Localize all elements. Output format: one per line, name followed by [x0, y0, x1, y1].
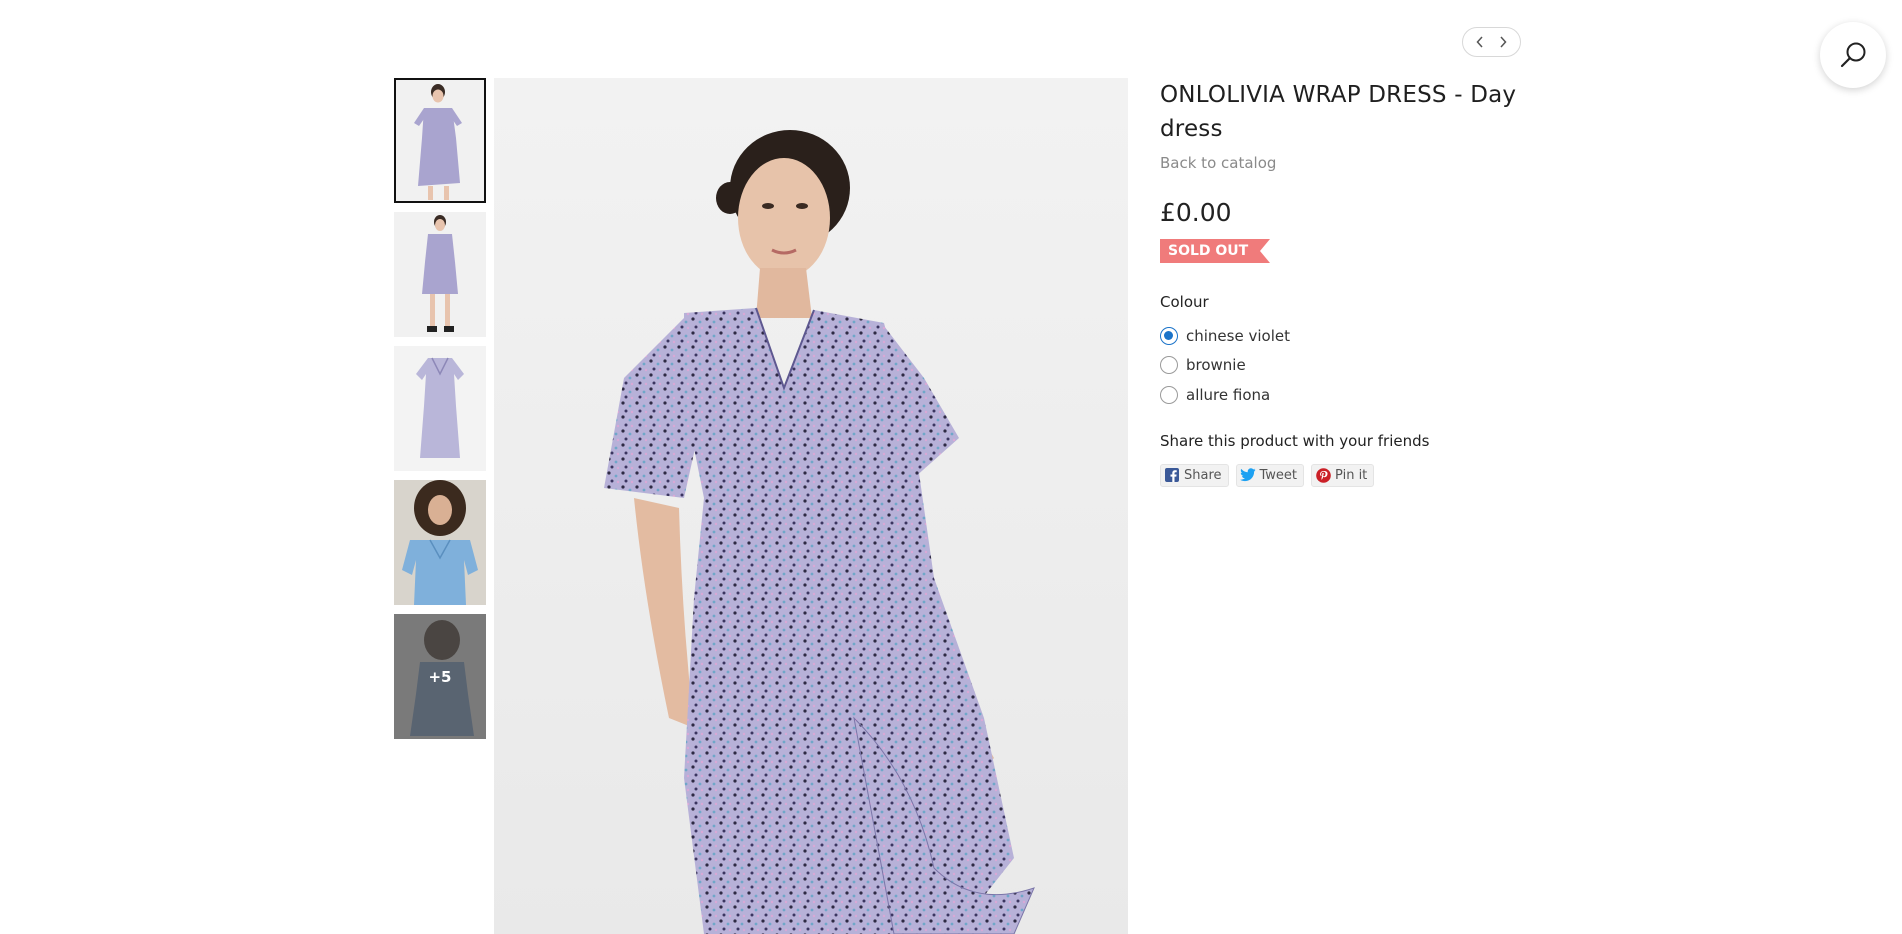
pinterest-share-button[interactable]: Pin it	[1311, 463, 1375, 487]
next-product-button[interactable]	[1494, 33, 1512, 51]
twitter-icon	[1239, 467, 1256, 483]
radio-unchecked[interactable]	[1160, 385, 1178, 404]
chevron-right-icon	[1500, 36, 1507, 48]
colour-option-brownie[interactable]: brownie	[1160, 351, 1520, 381]
share-label: Share this product with your friends	[1160, 431, 1430, 450]
facebook-icon	[1164, 467, 1180, 483]
search-button[interactable]	[1820, 22, 1886, 88]
thumbnail-more[interactable]: +5	[394, 614, 486, 739]
search-icon	[1840, 42, 1866, 68]
product-info-panel: ONLOLIVIA WRAP DRESS - Day dress Back to…	[1160, 78, 1520, 487]
radio-unchecked[interactable]	[1160, 356, 1178, 375]
sold-out-badge: SOLD OUT	[1160, 239, 1271, 263]
thumbnail-3[interactable]	[394, 346, 486, 471]
colour-option-label: chinese violet	[1186, 326, 1290, 345]
product-price: £0.00	[1160, 198, 1232, 227]
share-button-label: Tweet	[1259, 467, 1298, 483]
radio-checked[interactable]	[1160, 326, 1178, 345]
share-buttons: Share Tweet Pin it	[1160, 463, 1520, 487]
prev-product-button[interactable]	[1471, 33, 1489, 51]
colour-options: chinese violet brownie allure fiona	[1160, 321, 1520, 410]
share-button-label: Share	[1184, 467, 1222, 483]
more-images-count: +5	[394, 614, 486, 739]
model-wearing-dress-image	[494, 78, 1128, 934]
back-to-catalog-link[interactable]: Back to catalog	[1160, 154, 1276, 172]
colour-option-label: allure fiona	[1186, 385, 1271, 404]
twitter-share-button[interactable]: Tweet	[1235, 463, 1305, 487]
thumbnail-2[interactable]	[394, 212, 486, 337]
colour-option-chinese-violet[interactable]: chinese violet	[1160, 321, 1520, 351]
facebook-share-button[interactable]: Share	[1160, 463, 1229, 487]
thumbnail-1[interactable]	[394, 78, 486, 203]
thumbnail-4[interactable]	[394, 480, 486, 605]
colour-option-allure-fiona[interactable]: allure fiona	[1160, 380, 1520, 410]
share-button-label: Pin it	[1335, 467, 1368, 483]
product-title: ONLOLIVIA WRAP DRESS - Day dress	[1160, 82, 1517, 142]
pinterest-icon	[1315, 467, 1331, 483]
product-pager	[1462, 27, 1521, 57]
colour-label: Colour	[1160, 293, 1209, 311]
dress-thumbnail-image	[394, 346, 486, 471]
dress-thumbnail-image	[394, 78, 486, 203]
chevron-left-icon	[1476, 36, 1483, 48]
main-product-image[interactable]	[494, 78, 1128, 934]
dress-thumbnail-image	[394, 212, 486, 337]
dress-thumbnail-image	[394, 480, 486, 605]
thumbnail-strip: +5	[394, 78, 486, 748]
colour-option-label: brownie	[1186, 356, 1246, 375]
